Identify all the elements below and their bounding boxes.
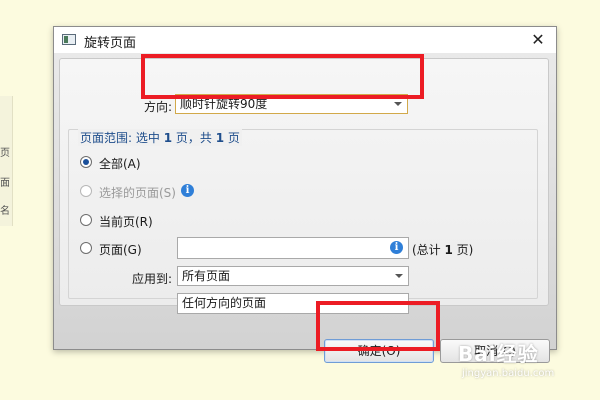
apply-to-scope-select[interactable]: 所有页面: [177, 266, 409, 286]
chevron-down-icon: [395, 301, 403, 305]
apply-to-label: 应用到:: [132, 272, 173, 286]
app-window-icon: [62, 34, 76, 45]
page-range-title: 页面范围: 选中 1 页，共 1 页: [78, 129, 242, 146]
radio-selected-pages-label: 选择的页面(S): [99, 186, 176, 200]
radio-selected-pages[interactable]: [80, 185, 92, 197]
close-button[interactable]: ✕: [526, 28, 550, 52]
apply-to-orientation-select[interactable]: 任何方向的页面: [177, 293, 409, 314]
radio-pages-label: 页面(G): [99, 243, 142, 257]
chevron-down-icon: [394, 102, 402, 106]
radio-all-label: 全部(A): [99, 157, 141, 171]
background-text-fragment: 面: [0, 178, 10, 189]
dialog-title: 旋转页面: [84, 36, 137, 51]
apply-to-orientation-value: 任何方向的页面: [182, 296, 267, 310]
dialog-body: 方向: 顺时针旋转90度 页面范围: 选中 1 页，共 1 页 全部(A) 选择…: [54, 53, 556, 363]
background-text-fragment: 名: [0, 206, 10, 217]
apply-to-scope-value: 所有页面: [182, 269, 231, 283]
direction-select-value: 顺时针旋转90度: [180, 97, 268, 111]
pages-total-label: (总计 1 页): [412, 243, 474, 257]
chevron-down-icon: [395, 274, 403, 278]
ok-button[interactable]: 确定(O): [324, 339, 434, 363]
options-panel: 方向: 顺时针旋转90度 页面范围: 选中 1 页，共 1 页 全部(A) 选择…: [59, 58, 549, 314]
info-icon[interactable]: i: [390, 241, 403, 254]
direction-select[interactable]: 顺时针旋转90度: [175, 94, 408, 114]
watermark-logo: Bai经验: [458, 342, 539, 366]
rotate-page-dialog: 旋转页面 ✕ 方向: 顺时针旋转90度 页面范围: 选中 1 页，共 1 页 全…: [53, 26, 557, 363]
background-text-fragment: 页: [0, 148, 10, 159]
radio-current-page[interactable]: [80, 214, 92, 226]
info-icon[interactable]: i: [181, 184, 194, 197]
pages-input[interactable]: i: [177, 237, 409, 259]
radio-pages[interactable]: [80, 242, 92, 254]
watermark-url: jingyan.baidu.com: [462, 368, 555, 379]
radio-all[interactable]: [80, 156, 92, 168]
radio-current-page-label: 当前页(R): [99, 215, 153, 229]
direction-label: 方向:: [144, 100, 173, 114]
dialog-titlebar: 旋转页面 ✕: [54, 27, 556, 53]
